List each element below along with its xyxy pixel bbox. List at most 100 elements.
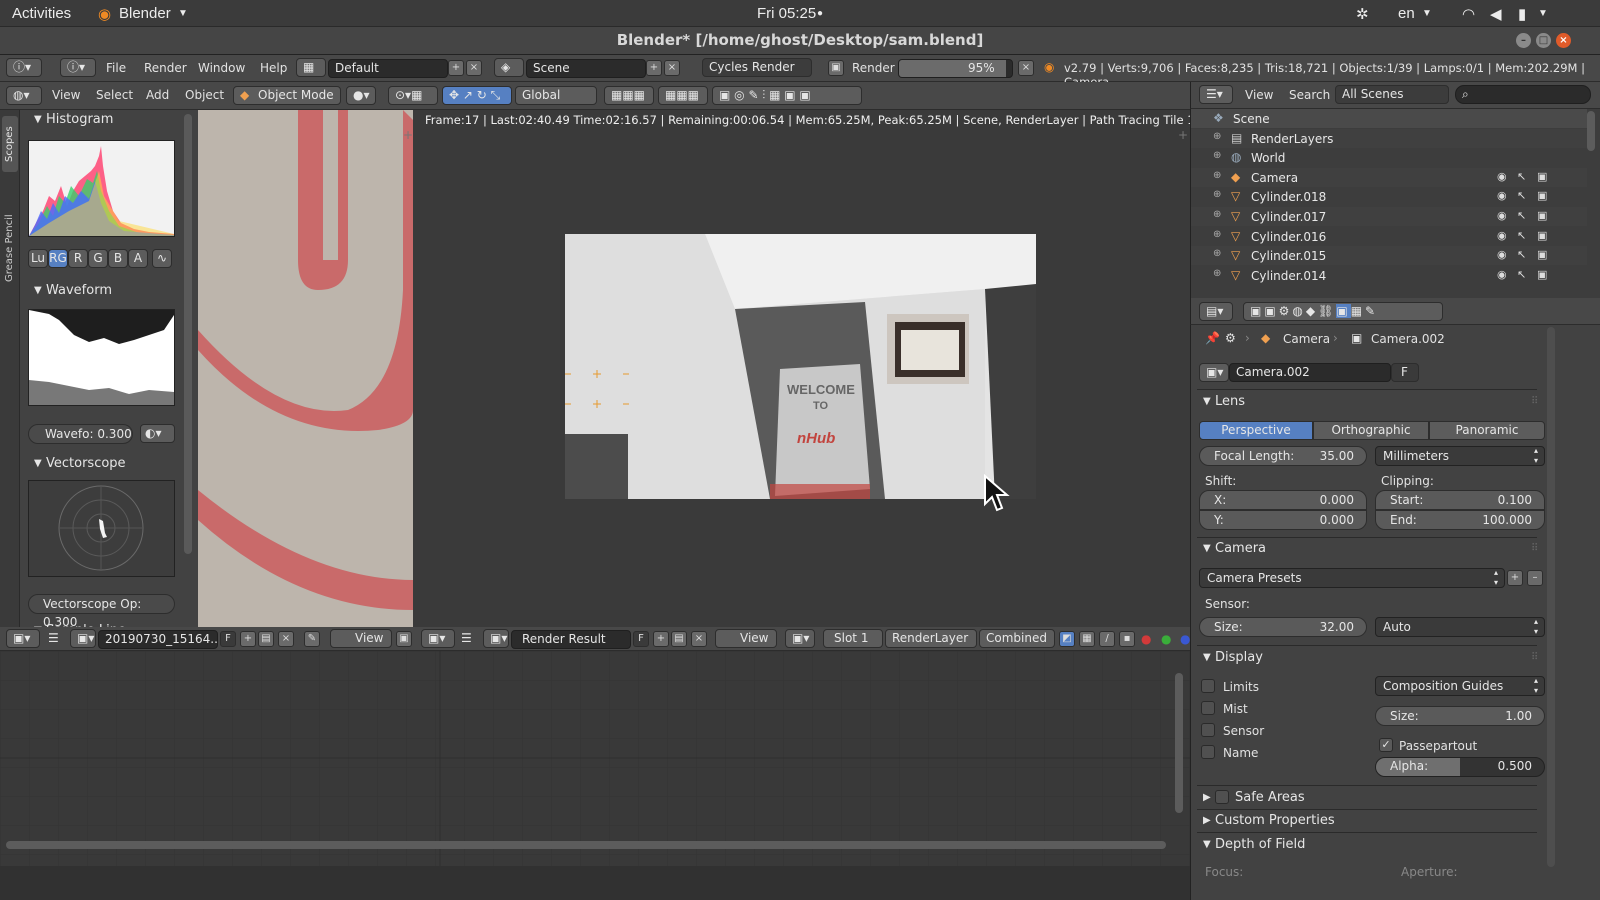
outliner-row-cylinder-015[interactable]: ⊕ ▽ Cylinder.015 ◉ ↖ ▣ xyxy=(1191,246,1587,266)
histogram-line-icon[interactable]: ∿ xyxy=(152,249,172,268)
waveform-opacity-slider[interactable]: Wavefo: 0.300 xyxy=(28,424,133,444)
scene-icon[interactable]: ◈ xyxy=(494,58,524,77)
expand-icon[interactable]: ⊕ xyxy=(1213,150,1221,161)
remove-scene-icon[interactable]: × xyxy=(664,60,680,76)
menu-file[interactable]: File xyxy=(106,61,126,75)
channel-b-button[interactable]: B xyxy=(108,249,128,268)
orientation-dropdown[interactable]: Global xyxy=(515,86,597,105)
collapse-arrow-icon[interactable]: ▼ xyxy=(1203,839,1211,850)
menu-select[interactable]: Select xyxy=(96,88,133,102)
remove-image-icon[interactable]: × xyxy=(691,631,707,647)
add-preset-icon[interactable]: + xyxy=(1507,570,1523,586)
display-size-field[interactable]: Size: 1.00 xyxy=(1375,706,1545,726)
fake-user-button[interactable]: F xyxy=(1391,363,1419,382)
shading-icon[interactable]: ●▾ xyxy=(346,86,376,105)
open-image-icon[interactable]: ▤ xyxy=(258,631,274,647)
node-editor[interactable] xyxy=(0,651,1190,866)
passepartout-checkbox[interactable]: ✓ xyxy=(1379,738,1393,752)
pivot-icon[interactable]: ⊙▾▦ xyxy=(388,86,438,105)
render-engine-dropdown[interactable]: Cycles Render xyxy=(702,58,812,77)
sensor-size-field[interactable]: Size: 32.00 xyxy=(1199,617,1367,637)
remove-image-icon[interactable]: × xyxy=(278,631,294,647)
outliner-search-input[interactable]: ⌕ xyxy=(1455,85,1591,104)
clip-end-field[interactable]: End: 100.000 xyxy=(1375,510,1545,530)
collapse-arrow-icon[interactable]: ▼ xyxy=(1203,396,1211,407)
expand-icon[interactable]: ⊕ xyxy=(1213,170,1221,181)
blue-channel-icon[interactable]: ● xyxy=(1180,632,1190,646)
limits-checkbox[interactable] xyxy=(1201,679,1215,693)
camera-data-browse-icon[interactable]: ▣▾ xyxy=(1199,363,1229,382)
cursor-icon[interactable]: ↖ xyxy=(1517,268,1526,281)
menu-view[interactable]: View xyxy=(1245,88,1273,102)
editor-type-image-button[interactable]: ▣▾ xyxy=(6,629,40,648)
vertical-scrollbar[interactable] xyxy=(1175,673,1183,813)
checker-icon[interactable]: ▦ xyxy=(1079,631,1095,647)
pin-icon[interactable]: ✎ xyxy=(304,631,320,647)
channel-icon[interactable]: ▪ xyxy=(1119,631,1135,647)
expand-icon[interactable]: ⊕ xyxy=(1213,189,1221,200)
wifi-icon[interactable]: ◠ xyxy=(1462,5,1475,23)
vectorscope-opacity-slider[interactable]: Vectorscope Op: 0.300 xyxy=(28,594,175,629)
menu-window[interactable]: Window xyxy=(198,61,245,75)
app-menu[interactable]: Blender xyxy=(119,5,171,22)
menu-add[interactable]: Add xyxy=(146,88,169,102)
collapse-arrow-icon[interactable]: ▼ xyxy=(34,285,42,296)
camera-presets-dropdown[interactable]: Camera Presets xyxy=(1199,568,1505,588)
render-pass-dropdown[interactable]: Combined xyxy=(979,629,1055,648)
snap-and-render-icons[interactable]: ▣ ◎ ✎ ⫶ ▦ ▣ ▣ xyxy=(712,86,862,105)
language-indicator[interactable]: en xyxy=(1398,5,1415,22)
histogram-title[interactable]: Histogram xyxy=(46,112,113,127)
tab-orthographic[interactable]: Orthographic xyxy=(1313,421,1429,440)
view-menu-button[interactable]: View xyxy=(330,629,392,648)
volume-icon[interactable]: ◀ xyxy=(1490,5,1502,23)
outliner-row-cylinder-018[interactable]: ⊕ ▽ Cylinder.018 ◉ ↖ ▣ xyxy=(1191,187,1587,207)
outliner-row-camera[interactable]: ⊕ ◆ Camera ◉ ↖ ▣ xyxy=(1191,167,1587,187)
alpha-slider[interactable]: Alpha: 0.500 xyxy=(1375,757,1545,777)
maximize-icon[interactable]: □ xyxy=(1536,33,1551,48)
properties-context-tabs[interactable]: ▣▣⚙◍◆⛓▣▦✎ xyxy=(1243,302,1443,321)
camera-icon[interactable]: ▣ xyxy=(396,631,412,647)
layout-icon[interactable]: ▦ xyxy=(296,58,326,77)
tab-grease-pencil[interactable]: Grease Pencil xyxy=(2,178,18,318)
display-mode-dropdown[interactable]: All Scenes xyxy=(1335,85,1449,104)
eye-icon[interactable]: ◉ xyxy=(1497,189,1507,202)
remove-preset-icon[interactable]: – xyxy=(1527,570,1543,586)
vectorscope-title[interactable]: Vectorscope xyxy=(46,456,126,471)
drag-handle-icon[interactable]: ⠿ xyxy=(1531,652,1538,663)
render-icon[interactable]: ▣ xyxy=(1537,170,1547,183)
collapse-arrow-icon[interactable]: ▼ xyxy=(1203,652,1211,663)
channel-rgb-button[interactable]: RG xyxy=(48,249,68,268)
camera-datablock-field[interactable]: Camera.002 xyxy=(1229,363,1391,382)
tab-scopes[interactable]: Scopes xyxy=(2,116,18,172)
expand-icon[interactable]: ⊕ xyxy=(1213,229,1221,240)
render-result-field[interactable]: Render Result xyxy=(511,630,631,649)
add-scene-icon[interactable]: + xyxy=(646,60,662,76)
menu-search[interactable]: Search xyxy=(1289,88,1330,102)
remove-layout-icon[interactable]: × xyxy=(466,60,482,76)
scene-field[interactable]: Scene xyxy=(526,59,646,78)
cursor-icon[interactable]: ↖ xyxy=(1517,248,1526,261)
cursor-icon[interactable]: ↖ xyxy=(1517,229,1526,242)
name-checkbox[interactable] xyxy=(1201,745,1215,759)
cursor-icon[interactable]: ↖ xyxy=(1517,170,1526,183)
manipulator-icons[interactable]: ✥ ↗ ↻ ⤡ xyxy=(442,86,512,105)
menu-lines-icon[interactable]: ☰ xyxy=(48,631,59,645)
minimize-icon[interactable]: – xyxy=(1516,33,1531,48)
fake-user-button[interactable]: F xyxy=(220,631,236,647)
channel-r-button[interactable]: R xyxy=(68,249,88,268)
image-icon[interactable]: ▣▾ xyxy=(483,629,509,648)
outliner-row-renderlayers[interactable]: ⊕ ▤ RenderLayers xyxy=(1191,128,1587,148)
outliner-row-cylinder-016[interactable]: ⊕ ▽ Cylinder.016 ◉ ↖ ▣ xyxy=(1191,226,1587,246)
render-icon[interactable]: ▣ xyxy=(1537,209,1547,222)
horizontal-scrollbar[interactable] xyxy=(6,841,1166,849)
render-icon[interactable]: ▣ xyxy=(1537,248,1547,261)
color-wheel-icon[interactable]: ◐▾ xyxy=(140,424,175,443)
eye-icon[interactable]: ◉ xyxy=(1497,229,1507,242)
render-layer-dropdown[interactable]: RenderLayer xyxy=(885,629,977,648)
camera-icon[interactable]: ▣▾ xyxy=(785,629,815,648)
cursor-icon[interactable]: ↖ xyxy=(1517,209,1526,222)
waveform-title[interactable]: Waveform xyxy=(46,283,112,298)
battery-icon[interactable]: ▮ xyxy=(1518,5,1526,23)
safe-areas-checkbox[interactable] xyxy=(1215,790,1229,804)
safe-areas-title[interactable]: Safe Areas xyxy=(1235,790,1305,805)
